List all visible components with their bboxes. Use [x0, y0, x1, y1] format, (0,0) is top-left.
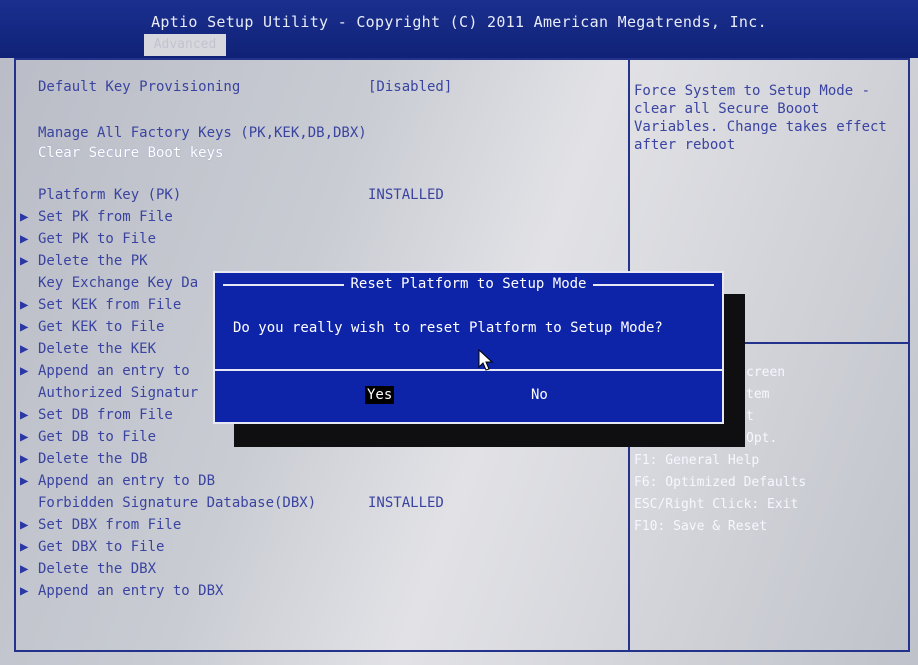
kek-database-label: Key Exchange Key Da	[38, 275, 199, 291]
menu-item-label: Append an entry to DBX	[38, 583, 224, 599]
submenu-arrow-icon: ▶	[20, 561, 29, 577]
menu-item-label: Set KEK from File	[38, 297, 182, 313]
header-title: Aptio Setup Utility - Copyright (C) 2011…	[151, 13, 767, 31]
menu-item-label: Set PK from File	[38, 209, 173, 225]
menu-item-append-kek[interactable]: ▶ Append an entry to	[20, 362, 190, 380]
dialog-title: Reset Platform to Setup Mode	[215, 275, 722, 293]
default-key-provisioning-value[interactable]: [Disabled]	[368, 78, 452, 96]
submenu-arrow-icon: ▶	[20, 407, 29, 423]
menu-item-append-dbx[interactable]: ▶ Append an entry to DBX	[20, 582, 223, 600]
key-hint-f1: F1: General Help	[634, 453, 760, 468]
menu-item-set-dbx[interactable]: ▶ Set DBX from File	[20, 516, 181, 534]
dialog-title-text: Reset Platform to Setup Mode	[344, 276, 593, 292]
submenu-arrow-icon: ▶	[20, 429, 29, 445]
submenu-arrow-icon: ▶	[20, 209, 29, 225]
menu-item-label: Delete the PK	[38, 253, 148, 269]
key-hint-partial-1: creen	[746, 365, 786, 380]
platform-key-status: INSTALLED	[368, 187, 444, 203]
dialog-separator	[215, 369, 722, 371]
menu-item-label: Get DB to File	[38, 429, 157, 445]
submenu-arrow-icon: ▶	[20, 231, 29, 247]
yes-button[interactable]: Yes	[365, 386, 395, 404]
submenu-arrow-icon: ▶	[20, 517, 29, 533]
menu-item-label: Get KEK to File	[38, 319, 165, 335]
submenu-arrow-icon: ▶	[20, 451, 29, 467]
menu-item-delete-db[interactable]: ▶ Delete the DB	[20, 450, 148, 468]
key-hint-partial-2: tem	[746, 387, 770, 402]
menu-item-get-kek[interactable]: ▶ Get KEK to File	[20, 318, 164, 336]
header-bar: Aptio Setup Utility - Copyright (C) 2011…	[0, 0, 918, 58]
clear-secure-boot-keys[interactable]: Clear Secure Boot keys	[38, 144, 223, 162]
dialog-message: Do you really wish to reset Platform to …	[233, 320, 663, 336]
submenu-arrow-icon: ▶	[20, 473, 29, 489]
submenu-arrow-icon: ▶	[20, 539, 29, 555]
submenu-arrow-icon: ▶	[20, 319, 29, 335]
key-hint-f10: F10: Save & Reset	[634, 519, 768, 534]
menu-item-get-pk[interactable]: ▶ Get PK to File	[20, 230, 156, 248]
menu-item-delete-kek[interactable]: ▶ Delete the KEK	[20, 340, 156, 358]
menu-item-label: Delete the DBX	[38, 561, 157, 577]
menu-item-label: Append an entry to DB	[38, 473, 216, 489]
key-hint-partial-3: t	[746, 409, 754, 424]
help-text: Force System to Setup Mode - clear all S…	[634, 83, 887, 153]
mouse-cursor-icon	[478, 349, 494, 371]
bios-screen: Aptio Setup Utility - Copyright (C) 2011…	[0, 0, 918, 665]
menu-item-label: Get DBX to File	[38, 539, 165, 555]
menu-item-label: Get PK to File	[38, 231, 157, 247]
key-hint-esc: ESC/Right Click: Exit	[634, 497, 799, 512]
menu-item-set-db[interactable]: ▶ Set DB from File	[20, 406, 173, 424]
submenu-arrow-icon: ▶	[20, 341, 29, 357]
submenu-arrow-icon: ▶	[20, 253, 29, 269]
forbidden-signature-status: INSTALLED	[368, 495, 444, 511]
submenu-arrow-icon: ▶	[20, 363, 29, 379]
key-hint-f6: F6: Optimized Defaults	[634, 475, 807, 490]
submenu-arrow-icon: ▶	[20, 297, 29, 313]
menu-item-set-pk[interactable]: ▶ Set PK from File	[20, 208, 173, 226]
menu-item-get-db[interactable]: ▶ Get DB to File	[20, 428, 156, 446]
menu-item-label: Append an entry to	[38, 363, 190, 379]
menu-item-label: Delete the KEK	[38, 341, 157, 357]
menu-item-label: Set DBX from File	[38, 517, 182, 533]
key-hint-partial-4: Opt.	[746, 431, 778, 446]
menu-item-set-kek[interactable]: ▶ Set KEK from File	[20, 296, 181, 314]
menu-item-append-db[interactable]: ▶ Append an entry to DB	[20, 472, 215, 490]
no-button[interactable]: No	[531, 386, 548, 404]
platform-key-label: Platform Key (PK)	[38, 187, 182, 203]
reset-platform-dialog: Reset Platform to Setup Mode Do you real…	[213, 271, 724, 424]
default-key-provisioning-label[interactable]: Default Key Provisioning	[38, 78, 240, 96]
menu-item-delete-dbx[interactable]: ▶ Delete the DBX	[20, 560, 156, 578]
menu-item-label: Delete the DB	[38, 451, 148, 467]
menu-item-label: Set DB from File	[38, 407, 173, 423]
menu-item-get-dbx[interactable]: ▶ Get DBX to File	[20, 538, 164, 556]
authorized-signature-label: Authorized Signatur	[38, 385, 199, 401]
forbidden-signature-label: Forbidden Signature Database(DBX)	[38, 495, 317, 511]
tab-advanced[interactable]: Advanced	[144, 34, 226, 56]
submenu-arrow-icon: ▶	[20, 583, 29, 599]
manage-factory-keys: Manage All Factory Keys (PK,KEK,DB,DBX)	[38, 125, 367, 141]
menu-item-delete-pk[interactable]: ▶ Delete the PK	[20, 252, 148, 270]
